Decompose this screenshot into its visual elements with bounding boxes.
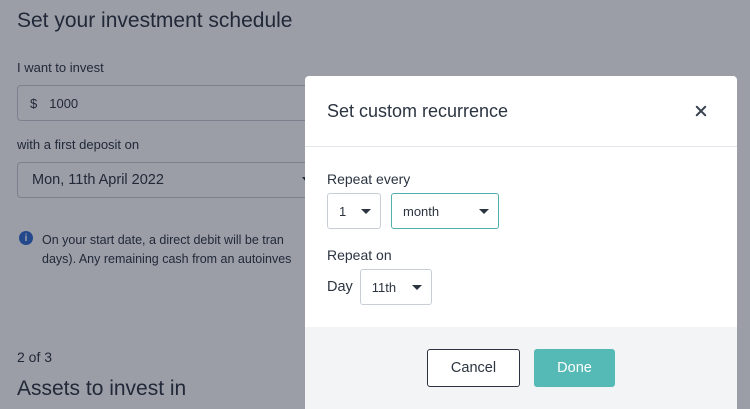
repeat-count-value: 1	[339, 203, 347, 219]
repeat-unit-value: month	[403, 203, 440, 219]
custom-recurrence-dialog: Set custom recurrence Repeat every 1 mon…	[305, 76, 737, 409]
dialog-header: Set custom recurrence	[305, 76, 737, 147]
cancel-button[interactable]: Cancel	[427, 349, 520, 387]
repeat-on-row: Day 11th	[327, 269, 715, 305]
close-icon[interactable]	[693, 103, 709, 119]
repeat-day-select[interactable]: 11th	[359, 269, 432, 305]
chevron-down-icon	[361, 209, 371, 214]
repeat-every-row: 1 month	[327, 193, 715, 229]
chevron-down-icon	[411, 285, 422, 290]
repeat-day-value: 11th	[371, 279, 397, 295]
repeat-every-label: Repeat every	[327, 171, 411, 187]
day-label: Day	[327, 279, 353, 295]
repeat-count-select[interactable]: 1	[327, 193, 381, 229]
dialog-footer: Cancel Done	[305, 327, 737, 409]
dialog-body: Repeat every 1 month Repeat on Day 11th	[305, 147, 737, 327]
done-button[interactable]: Done	[534, 349, 615, 387]
dialog-title: Set custom recurrence	[327, 100, 509, 121]
repeat-on-label: Repeat on	[327, 247, 392, 263]
chevron-down-icon	[479, 209, 489, 214]
repeat-unit-select[interactable]: month	[391, 193, 499, 229]
